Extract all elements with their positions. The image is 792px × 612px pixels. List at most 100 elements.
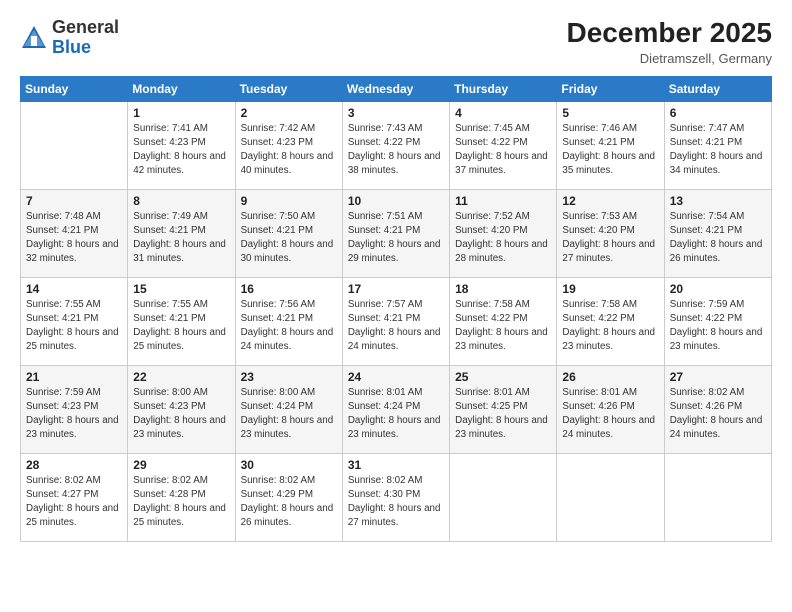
day-info: Sunrise: 7:53 AMSunset: 4:20 PMDaylight:… (562, 210, 658, 267)
calendar-table: SundayMondayTuesdayWednesdayThursdayFrid… (20, 76, 772, 542)
day-info: Sunrise: 7:55 AMSunset: 4:21 PMDaylight:… (26, 298, 122, 355)
calendar-cell: 30 Sunrise: 8:02 AMSunset: 4:29 PMDayligh… (235, 453, 342, 541)
day-number: 3 (348, 106, 444, 120)
day-number: 4 (455, 106, 551, 120)
day-number: 7 (26, 194, 122, 208)
calendar-cell: 27 Sunrise: 8:02 AMSunset: 4:26 PMDayligh… (664, 365, 771, 453)
day-info: Sunrise: 8:01 AMSunset: 4:24 PMDaylight:… (348, 386, 444, 443)
day-number: 31 (348, 458, 444, 472)
calendar-cell: 4 Sunrise: 7:45 AMSunset: 4:22 PMDaylight… (450, 101, 557, 189)
weekday-header: Tuesday (235, 76, 342, 101)
logo-icon (20, 24, 48, 52)
day-number: 14 (26, 282, 122, 296)
logo-blue: Blue (52, 38, 119, 58)
calendar-cell: 13 Sunrise: 7:54 AMSunset: 4:21 PMDayligh… (664, 189, 771, 277)
day-info: Sunrise: 8:02 AMSunset: 4:29 PMDaylight:… (241, 474, 337, 531)
calendar-cell: 25 Sunrise: 8:01 AMSunset: 4:25 PMDayligh… (450, 365, 557, 453)
calendar-week-row: 14 Sunrise: 7:55 AMSunset: 4:21 PMDayligh… (21, 277, 772, 365)
calendar-week-row: 21Sunrise: 7:59 AMSunset: 4:23 PMDayligh… (21, 365, 772, 453)
calendar-cell: 18Sunrise: 7:58 AMSunset: 4:22 PMDayligh… (450, 277, 557, 365)
day-info: Sunrise: 7:50 AMSunset: 4:21 PMDaylight:… (241, 210, 337, 267)
day-number: 28 (26, 458, 122, 472)
day-info: Sunrise: 7:48 AMSunset: 4:21 PMDaylight:… (26, 210, 122, 267)
logo: General Blue (20, 18, 119, 58)
calendar-cell: 19 Sunrise: 7:58 AMSunset: 4:22 PMDayligh… (557, 277, 664, 365)
calendar-cell: 9 Sunrise: 7:50 AMSunset: 4:21 PMDaylight… (235, 189, 342, 277)
day-info: Sunrise: 8:02 AMSunset: 4:26 PMDaylight:… (670, 386, 766, 443)
calendar-week-row: 28 Sunrise: 8:02 AMSunset: 4:27 PMDayligh… (21, 453, 772, 541)
day-info: Sunrise: 7:54 AMSunset: 4:21 PMDaylight:… (670, 210, 766, 267)
calendar-week-row: 7 Sunrise: 7:48 AMSunset: 4:21 PMDaylight… (21, 189, 772, 277)
day-number: 12 (562, 194, 658, 208)
day-number: 27 (670, 370, 766, 384)
calendar-week-row: 1Sunrise: 7:41 AMSunset: 4:23 PMDaylight… (21, 101, 772, 189)
calendar-cell: 20 Sunrise: 7:59 AMSunset: 4:22 PMDayligh… (664, 277, 771, 365)
day-info: Sunrise: 7:59 AMSunset: 4:23 PMDaylight:… (26, 386, 122, 443)
calendar-cell: 5 Sunrise: 7:46 AMSunset: 4:21 PMDaylight… (557, 101, 664, 189)
day-number: 19 (562, 282, 658, 296)
calendar-header-row: SundayMondayTuesdayWednesdayThursdayFrid… (21, 76, 772, 101)
day-info: Sunrise: 7:55 AMSunset: 4:21 PMDaylight:… (133, 298, 229, 355)
day-info: Sunrise: 7:45 AMSunset: 4:22 PMDaylight:… (455, 122, 551, 179)
day-number: 26 (562, 370, 658, 384)
day-info: Sunrise: 7:58 AMSunset: 4:22 PMDaylight:… (455, 298, 551, 355)
day-number: 9 (241, 194, 337, 208)
page: General Blue December 2025 Dietramszell,… (0, 0, 792, 612)
day-info: Sunrise: 7:52 AMSunset: 4:20 PMDaylight:… (455, 210, 551, 267)
calendar-cell: 7 Sunrise: 7:48 AMSunset: 4:21 PMDaylight… (21, 189, 128, 277)
calendar-cell (664, 453, 771, 541)
day-number: 30 (241, 458, 337, 472)
day-number: 13 (670, 194, 766, 208)
day-number: 5 (562, 106, 658, 120)
day-info: Sunrise: 7:57 AMSunset: 4:21 PMDaylight:… (348, 298, 444, 355)
day-info: Sunrise: 7:46 AMSunset: 4:21 PMDaylight:… (562, 122, 658, 179)
day-number: 11 (455, 194, 551, 208)
weekday-header: Sunday (21, 76, 128, 101)
day-info: Sunrise: 7:59 AMSunset: 4:22 PMDaylight:… (670, 298, 766, 355)
calendar-cell: 10Sunrise: 7:51 AMSunset: 4:21 PMDayligh… (342, 189, 449, 277)
day-number: 25 (455, 370, 551, 384)
day-number: 15 (133, 282, 229, 296)
calendar-cell: 29Sunrise: 8:02 AMSunset: 4:28 PMDayligh… (128, 453, 235, 541)
day-number: 22 (133, 370, 229, 384)
month-year: December 2025 (567, 18, 772, 49)
calendar-cell (450, 453, 557, 541)
weekday-header: Saturday (664, 76, 771, 101)
day-number: 2 (241, 106, 337, 120)
calendar-cell: 23Sunrise: 8:00 AMSunset: 4:24 PMDayligh… (235, 365, 342, 453)
day-number: 1 (133, 106, 229, 120)
day-number: 20 (670, 282, 766, 296)
calendar-cell: 26 Sunrise: 8:01 AMSunset: 4:26 PMDayligh… (557, 365, 664, 453)
calendar-cell: 2Sunrise: 7:42 AMSunset: 4:23 PMDaylight… (235, 101, 342, 189)
calendar-cell (21, 101, 128, 189)
calendar-cell: 6 Sunrise: 7:47 AMSunset: 4:21 PMDaylight… (664, 101, 771, 189)
day-info: Sunrise: 8:01 AMSunset: 4:25 PMDaylight:… (455, 386, 551, 443)
day-info: Sunrise: 8:02 AMSunset: 4:27 PMDaylight:… (26, 474, 122, 531)
calendar-cell: 3 Sunrise: 7:43 AMSunset: 4:22 PMDaylight… (342, 101, 449, 189)
day-number: 6 (670, 106, 766, 120)
calendar-cell (557, 453, 664, 541)
day-number: 8 (133, 194, 229, 208)
day-info: Sunrise: 8:00 AMSunset: 4:24 PMDaylight:… (241, 386, 337, 443)
calendar-cell: 14 Sunrise: 7:55 AMSunset: 4:21 PMDayligh… (21, 277, 128, 365)
day-info: Sunrise: 7:47 AMSunset: 4:21 PMDaylight:… (670, 122, 766, 179)
calendar-cell: 12 Sunrise: 7:53 AMSunset: 4:20 PMDayligh… (557, 189, 664, 277)
weekday-header: Friday (557, 76, 664, 101)
day-info: Sunrise: 8:02 AMSunset: 4:28 PMDaylight:… (133, 474, 229, 531)
day-number: 24 (348, 370, 444, 384)
calendar-cell: 8Sunrise: 7:49 AMSunset: 4:21 PMDaylight… (128, 189, 235, 277)
day-number: 16 (241, 282, 337, 296)
day-info: Sunrise: 7:43 AMSunset: 4:22 PMDaylight:… (348, 122, 444, 179)
calendar-cell: 24 Sunrise: 8:01 AMSunset: 4:24 PMDayligh… (342, 365, 449, 453)
day-info: Sunrise: 7:58 AMSunset: 4:22 PMDaylight:… (562, 298, 658, 355)
location: Dietramszell, Germany (567, 51, 772, 66)
header: General Blue December 2025 Dietramszell,… (20, 18, 772, 66)
calendar-cell: 31Sunrise: 8:02 AMSunset: 4:30 PMDayligh… (342, 453, 449, 541)
logo-general: General (52, 18, 119, 38)
calendar-cell: 21Sunrise: 7:59 AMSunset: 4:23 PMDayligh… (21, 365, 128, 453)
day-info: Sunrise: 8:00 AMSunset: 4:23 PMDaylight:… (133, 386, 229, 443)
calendar-cell: 22 Sunrise: 8:00 AMSunset: 4:23 PMDayligh… (128, 365, 235, 453)
logo-text: General Blue (52, 18, 119, 58)
day-info: Sunrise: 8:01 AMSunset: 4:26 PMDaylight:… (562, 386, 658, 443)
calendar-cell: 28 Sunrise: 8:02 AMSunset: 4:27 PMDayligh… (21, 453, 128, 541)
